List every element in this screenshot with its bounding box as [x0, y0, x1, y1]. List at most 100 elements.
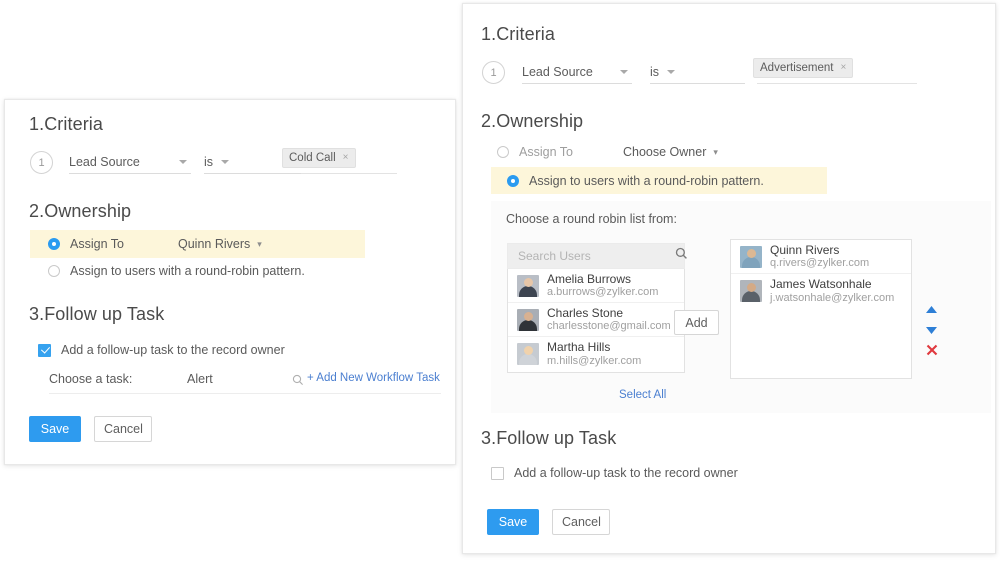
follow-up-checkbox-label: Add a follow-up task to the record owner	[61, 343, 285, 357]
list-item-meta: James Watsonhalej.watsonhale@zylker.com	[770, 277, 894, 304]
person-email: charlesstone@gmail.com	[547, 320, 671, 333]
follow-up-checkbox-row[interactable]: Add a follow-up task to the record owner	[491, 466, 738, 480]
workflow-rule-card-round-robin: 1.Criteria 1 Lead Source is Advertisemen…	[462, 3, 996, 554]
person-name: James Watsonhale	[770, 277, 894, 291]
section-heading-criteria: 1.Criteria	[29, 114, 103, 135]
checkbox-add-follow-up-task[interactable]	[491, 467, 504, 480]
criteria-field-select[interactable]: Lead Source	[522, 61, 632, 84]
person-email: m.hills@zylker.com	[547, 355, 641, 368]
search-icon[interactable]	[675, 247, 688, 265]
list-item[interactable]: Amelia Burrowsa.burrows@zylker.com	[508, 269, 684, 303]
move-up-icon[interactable]	[925, 301, 938, 319]
criteria-field-select[interactable]: Lead Source	[69, 151, 191, 174]
ownership-assign-to-label: Assign To	[519, 145, 601, 159]
choose-task-row: Choose a task: Alert + Add New Workflow …	[49, 368, 441, 394]
avatar	[517, 309, 539, 331]
ownership-option-round-robin[interactable]: Assign to users with a round-robin patte…	[48, 264, 305, 278]
ownership-assign-to-label: Assign To	[70, 237, 150, 251]
list-item[interactable]: Quinn Riversq.rivers@zylker.com	[731, 240, 911, 274]
chevron-down-icon	[667, 70, 675, 74]
available-users-list[interactable]: Amelia Burrowsa.burrows@zylker.com Charle…	[507, 269, 685, 373]
round-robin-source-label: Choose a round robin list from:	[506, 212, 677, 226]
cancel-button[interactable]: Cancel	[94, 416, 152, 442]
criteria-operator-value: is	[204, 155, 213, 169]
list-item-meta: Quinn Riversq.rivers@zylker.com	[770, 243, 869, 270]
criteria-field-value: Lead Source	[522, 65, 593, 79]
criteria-value-chip-wrap: Advertisement ×	[753, 58, 853, 78]
list-item[interactable]: Martha Hillsm.hills@zylker.com	[508, 337, 684, 371]
section-heading-follow-up: 3.Follow up Task	[29, 304, 164, 325]
radio-assign-to[interactable]	[497, 146, 509, 158]
list-item[interactable]: James Watsonhalej.watsonhale@zylker.com	[731, 274, 911, 308]
ownership-option-assign-to[interactable]: Assign To Choose Owner ▾	[497, 145, 718, 159]
avatar	[517, 343, 539, 365]
list-item-meta: Amelia Burrowsa.burrows@zylker.com	[547, 272, 658, 299]
criteria-value-chip-label: Advertisement	[760, 62, 834, 74]
ownership-owner-value[interactable]: Choose Owner	[623, 145, 706, 159]
save-button[interactable]: Save	[29, 416, 81, 442]
chevron-down-icon	[221, 160, 229, 164]
criteria-value-chip[interactable]: Cold Call ×	[282, 148, 356, 168]
person-name: Martha Hills	[547, 340, 641, 354]
person-name: Quinn Rivers	[770, 243, 869, 257]
choose-task-value[interactable]: Alert	[187, 372, 213, 386]
save-button[interactable]: Save	[487, 509, 539, 535]
radio-assign-to[interactable]	[48, 238, 60, 250]
list-item[interactable]: Charles Stonecharlesstone@gmail.com	[508, 303, 684, 337]
avatar	[517, 275, 539, 297]
criteria-row-number: 1	[482, 61, 505, 84]
remove-icon[interactable]	[926, 343, 938, 361]
select-all-link[interactable]: Select All	[619, 389, 666, 401]
search-icon	[292, 373, 304, 391]
avatar	[740, 280, 762, 302]
radio-round-robin[interactable]	[48, 265, 60, 277]
form-actions: Save Cancel	[487, 509, 610, 535]
criteria-row: 1 Lead Source is Cold Call ×	[30, 151, 440, 174]
choose-task-label: Choose a task:	[49, 372, 132, 386]
radio-round-robin[interactable]	[507, 175, 519, 187]
criteria-operator-select[interactable]: is	[650, 61, 745, 84]
criteria-operator-value: is	[650, 65, 659, 79]
round-robin-panel: Choose a round robin list from: Users▾ A…	[491, 201, 991, 413]
add-new-workflow-task-link[interactable]: + Add New Workflow Task	[307, 372, 440, 384]
cancel-button[interactable]: Cancel	[552, 509, 610, 535]
list-item-meta: Martha Hillsm.hills@zylker.com	[547, 340, 641, 367]
section-heading-criteria: 1.Criteria	[481, 24, 555, 45]
search-users-wrap[interactable]	[507, 243, 685, 269]
person-email: j.watsonhale@zylker.com	[770, 292, 894, 305]
section-heading-follow-up: 3.Follow up Task	[481, 428, 616, 449]
criteria-row-number: 1	[30, 151, 53, 174]
person-email: a.burrows@zylker.com	[547, 286, 658, 299]
criteria-value-chip-label: Cold Call	[289, 152, 336, 164]
form-actions: Save Cancel	[29, 416, 152, 442]
ownership-option-round-robin[interactable]: Assign to users with a round-robin patte…	[491, 167, 827, 194]
ownership-option-assign-to[interactable]: Assign To Quinn Rivers ▾	[30, 230, 365, 258]
close-icon[interactable]: ×	[841, 63, 847, 73]
move-down-icon[interactable]	[925, 322, 938, 340]
chevron-down-icon	[179, 160, 187, 164]
avatar	[740, 246, 762, 268]
checkbox-add-follow-up-task[interactable]	[38, 344, 51, 357]
criteria-row: 1 Lead Source is Advertisement ×	[482, 61, 932, 84]
criteria-value-chip[interactable]: Advertisement ×	[753, 58, 853, 78]
chevron-down-icon: ▾	[257, 240, 262, 249]
chevron-down-icon: ▾	[713, 148, 718, 157]
follow-up-checkbox-row[interactable]: Add a follow-up task to the record owner	[38, 343, 285, 357]
person-name: Charles Stone	[547, 306, 671, 320]
chevron-down-icon	[620, 70, 628, 74]
selected-users-list[interactable]: Quinn Riversq.rivers@zylker.com James Wat…	[730, 239, 912, 379]
workflow-rule-card-assign-to: 1.Criteria 1 Lead Source is Cold Call × …	[4, 99, 456, 465]
search-users-input[interactable]	[516, 248, 675, 264]
follow-up-checkbox-label: Add a follow-up task to the record owner	[514, 466, 738, 480]
ownership-round-robin-label: Assign to users with a round-robin patte…	[529, 174, 764, 188]
available-users-panel: Amelia Burrowsa.burrows@zylker.com Charle…	[507, 243, 685, 373]
ownership-owner-value[interactable]: Quinn Rivers	[178, 237, 250, 251]
criteria-field-value: Lead Source	[69, 155, 140, 169]
close-icon[interactable]: ×	[343, 153, 349, 163]
section-heading-ownership: 2.Ownership	[481, 111, 583, 132]
criteria-value-chip-wrap: Cold Call ×	[282, 148, 356, 168]
add-button[interactable]: Add	[674, 310, 719, 335]
person-name: Amelia Burrows	[547, 272, 658, 286]
person-email: q.rivers@zylker.com	[770, 257, 869, 270]
section-heading-ownership: 2.Ownership	[29, 201, 131, 222]
